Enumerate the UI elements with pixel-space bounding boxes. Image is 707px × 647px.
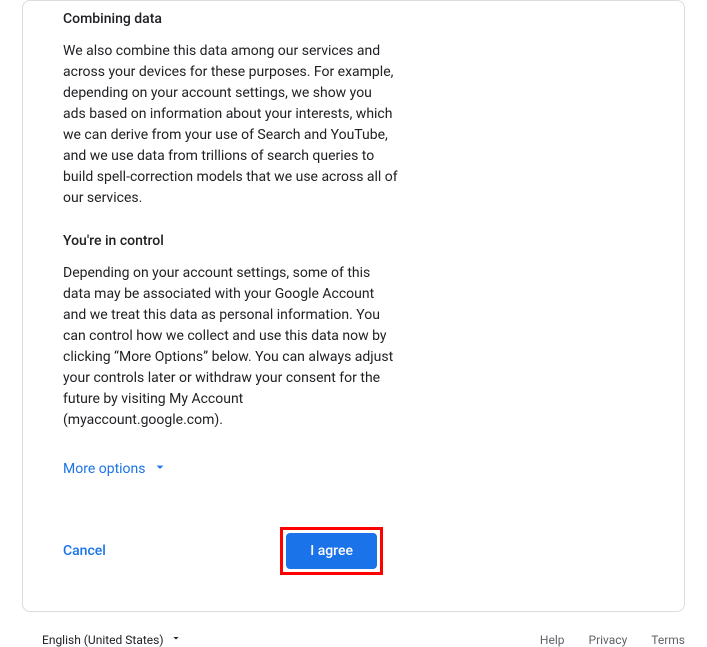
language-label: English (United States) [42,633,164,647]
footer-links: Help Privacy Terms [540,633,685,647]
control-text: Depending on your account settings, some… [63,263,398,431]
control-heading: You're in control [63,233,398,249]
combining-heading: Combining data [63,1,398,27]
footer: English (United States) Help Privacy Ter… [0,612,707,647]
terms-link[interactable]: Terms [651,633,685,647]
cancel-button[interactable]: Cancel [63,543,106,559]
help-link[interactable]: Help [540,633,565,647]
privacy-link[interactable]: Privacy [589,633,628,647]
chevron-down-icon [146,459,168,479]
privacy-card: Combining data We also combine this data… [22,0,685,612]
language-selector[interactable]: English (United States) [42,632,182,647]
content-column: Combining data We also combine this data… [63,1,398,575]
caret-down-icon [164,632,182,647]
more-options-toggle[interactable]: More options [63,459,168,479]
agree-highlight: I agree [280,527,383,575]
more-options-label: More options [63,461,146,477]
combining-text: We also combine this data among our serv… [63,41,398,209]
action-row: Cancel I agree [63,527,383,575]
agree-button[interactable]: I agree [286,533,377,569]
